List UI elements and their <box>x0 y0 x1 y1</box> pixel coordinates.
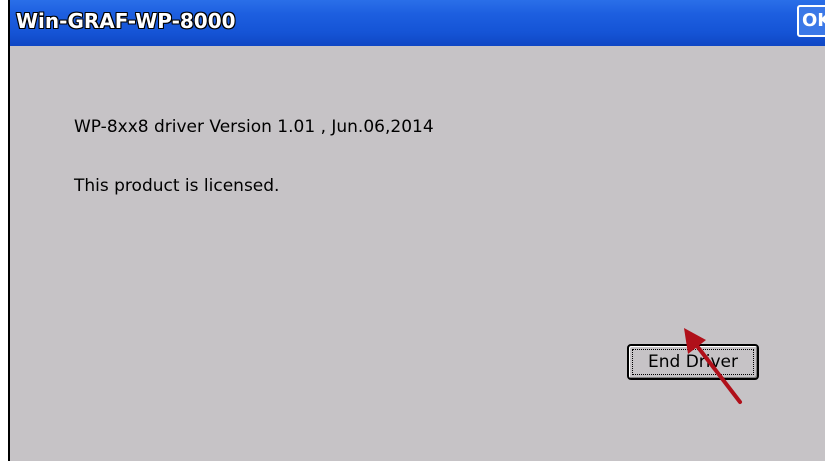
window-title: Win-GRAF-WP-8000 <box>16 9 236 33</box>
title-bar: Win-GRAF-WP-8000 OK <box>10 0 825 46</box>
driver-version-text: WP-8xx8 driver Version 1.01 , Jun.06,201… <box>74 117 434 137</box>
ok-button[interactable]: OK <box>797 5 825 37</box>
red-arrow-icon <box>684 328 742 404</box>
license-status-text: This product is licensed. <box>74 176 280 196</box>
